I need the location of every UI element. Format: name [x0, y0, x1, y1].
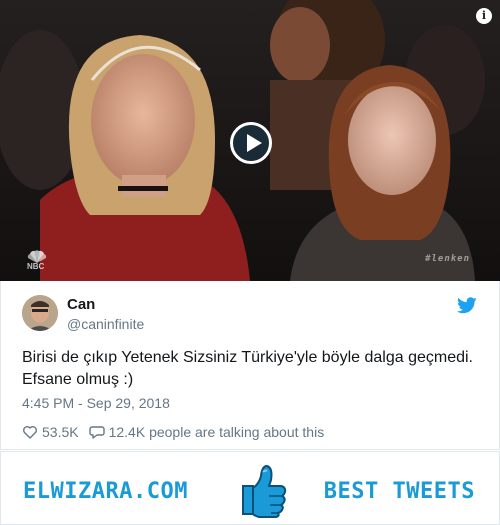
avatar[interactable]: [22, 295, 58, 331]
play-button[interactable]: [230, 122, 272, 164]
video-watermark: #lenken: [425, 254, 470, 264]
author-handle[interactable]: @caninfinite: [67, 316, 144, 332]
like-count: 53.5K: [42, 424, 79, 440]
avatar-image: [22, 295, 58, 331]
tweet-actions: 53.5K 12.4K people are talking about thi…: [22, 423, 334, 441]
thumbs-up-icon: [242, 465, 287, 518]
tweet-card: Can @caninfinite Birisi de çıkıp Yetenek…: [0, 281, 500, 450]
footer-banner: ELWIZARA.COM BEST TWEETS: [0, 451, 500, 525]
site-name-text[interactable]: ELWIZARA.COM: [23, 479, 188, 504]
like-button[interactable]: 53.5K: [22, 424, 79, 440]
author-name[interactable]: Can: [67, 296, 95, 313]
twitter-bird-icon[interactable]: [457, 297, 477, 314]
info-icon[interactable]: i: [476, 8, 492, 24]
replies-text: 12.4K people are talking about this: [108, 424, 325, 440]
tweet-timestamp[interactable]: 4:45 PM - Sep 29, 2018: [22, 395, 170, 411]
nbc-logo-text: NBC: [27, 262, 45, 271]
best-tweets-text: BEST TWEETS: [323, 479, 475, 504]
video-player[interactable]: i NBC #lenken: [0, 0, 500, 281]
heart-icon: [23, 426, 37, 439]
tweet-text: Birisi de çıkıp Yetenek Sizsiniz Türkiye…: [22, 349, 473, 388]
speech-bubble-icon: [88, 426, 105, 439]
reply-button[interactable]: 12.4K people are talking about this: [88, 424, 325, 440]
